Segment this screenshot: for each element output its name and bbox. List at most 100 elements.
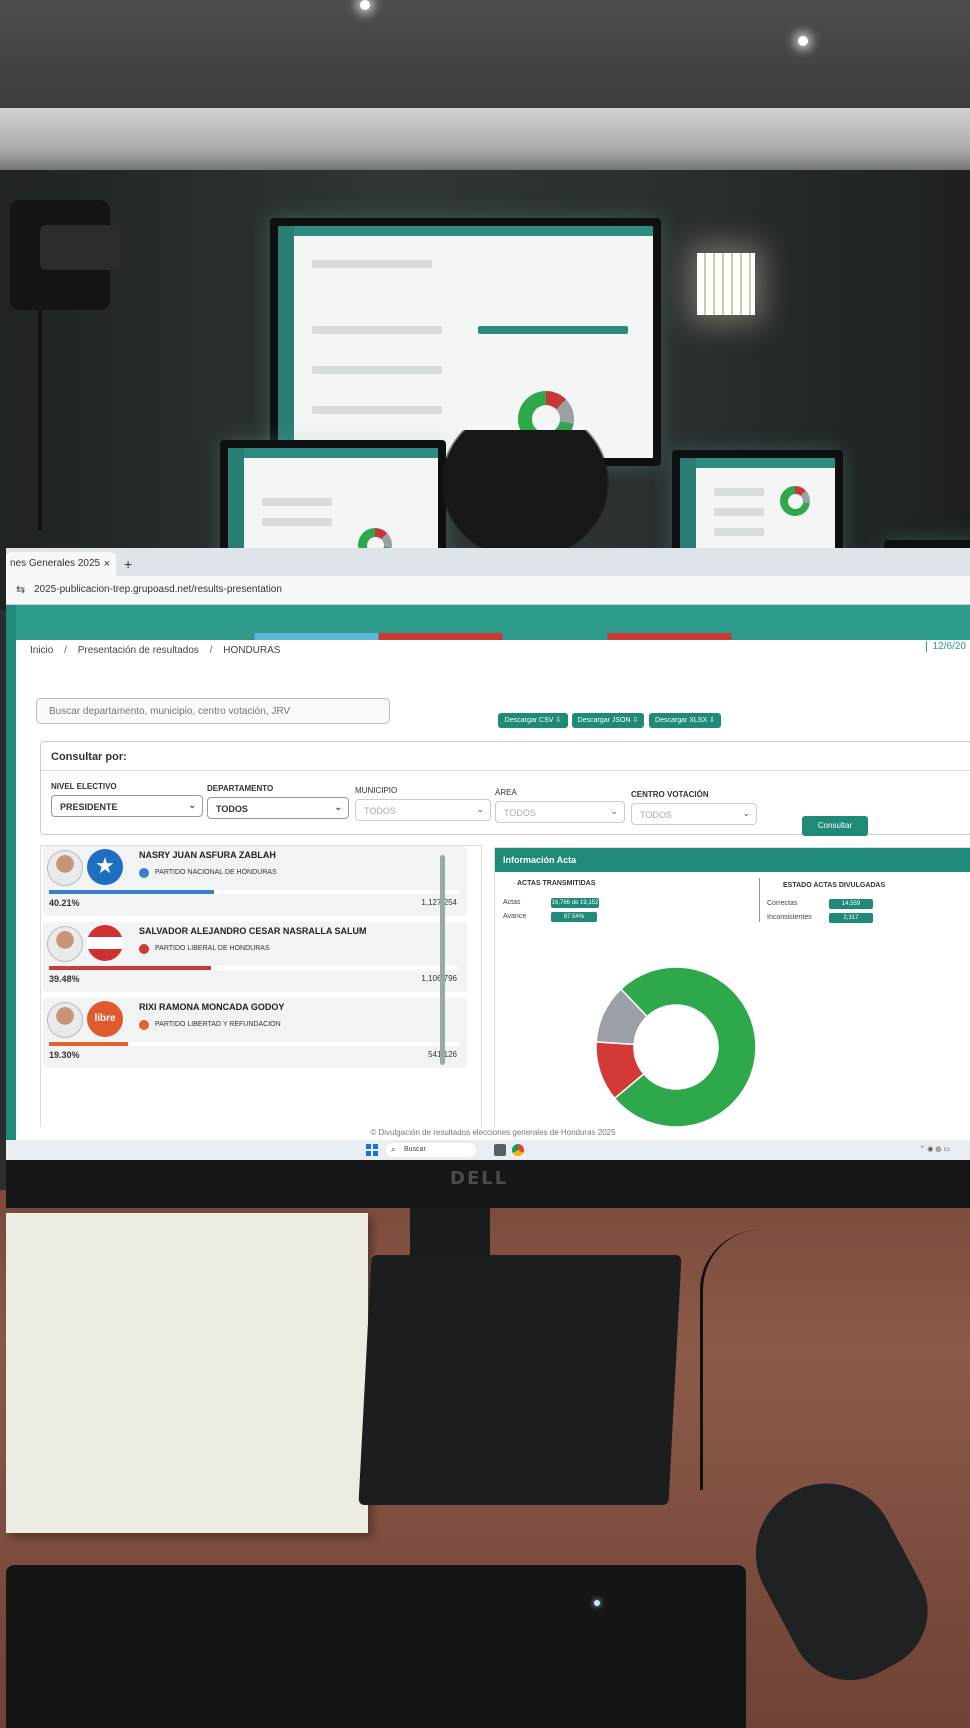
download-xlsx-button[interactable]: Descargar XLSX ⇩ <box>649 713 721 728</box>
area-select[interactable]: TODOS ⌄ <box>495 801 625 823</box>
header-color-strip <box>16 633 970 640</box>
vote-bar-fill <box>49 1042 129 1046</box>
background-monitor-large <box>270 218 661 466</box>
municipio-label: MUNICIPIO <box>355 786 398 795</box>
divider <box>41 770 970 771</box>
info-acta-panel: Información Acta ACTAS TRANSMITIDAS Acta… <box>494 847 970 1152</box>
taskbar-search[interactable]: Buscar <box>386 1143 476 1157</box>
close-icon[interactable]: × <box>104 552 110 576</box>
candidate-card[interactable]: libre RIXI RAMONA MONCADA GODOY PARTIDO … <box>41 998 471 1073</box>
breadcrumb-current: HONDURAS <box>223 645 281 656</box>
monitor-screen: nes Generales 2025 × + ⇆ 2025-publicacio… <box>6 548 970 1160</box>
donut-slice-correctas[interactable] <box>613 966 757 1128</box>
party-name: PARTIDO LIBERTAD Y REFUNDACION <box>155 1021 281 1028</box>
windows-start-icon[interactable] <box>366 1144 378 1156</box>
new-tab-icon[interactable]: + <box>124 552 132 576</box>
inconsistentes-value: 2,317 <box>829 913 873 923</box>
ceiling-edge <box>0 108 970 178</box>
candidate-card[interactable]: SALVADOR ALEJANDRO CESAR NASRALLA SALUM … <box>41 922 471 997</box>
breadcrumb-presentacion[interactable]: Presentación de resultados <box>78 645 199 656</box>
candidates-panel: ★ NASRY JUAN ASFURA ZABLAH PARTIDO NACIO… <box>40 845 482 1152</box>
ceiling <box>0 0 970 110</box>
nivel-electivo-select[interactable]: PRESIDENTE ⌄ <box>51 795 203 817</box>
chevron-down-icon: ⌄ <box>742 808 750 818</box>
area-value: TODOS <box>504 808 536 818</box>
nivel-electivo-value: PRESIDENTE <box>60 802 118 812</box>
party-name: PARTIDO NACIONAL DE HONDURAS <box>155 869 277 876</box>
candidate-card[interactable]: ★ NASRY JUAN ASFURA ZABLAH PARTIDO NACIO… <box>41 846 471 921</box>
departamento-value: TODOS <box>216 804 248 814</box>
avance-value: 87.54% <box>551 912 597 922</box>
candidate-photo <box>47 1002 83 1038</box>
candidate-name: SALVADOR ALEJANDRO CESAR NASRALLA SALUM <box>139 926 367 936</box>
nivel-electivo-label: NIVEL ELECTIVO <box>51 782 117 791</box>
info-acta-title: Información Acta <box>495 848 970 872</box>
vote-bar <box>49 890 459 894</box>
browser-tabbar: nes Generales 2025 × + <box>6 548 970 576</box>
paper-sheet <box>6 1213 368 1533</box>
party-logo-libre-icon: libre <box>87 1001 123 1037</box>
vote-bar <box>49 1042 459 1046</box>
avance-label: Avance <box>503 913 527 920</box>
correctas-label: Correctas <box>767 900 798 907</box>
vote-bar <box>49 966 459 970</box>
camera-lens <box>40 225 120 270</box>
chevron-down-icon: ⌄ <box>334 802 342 812</box>
breadcrumb: Inicio / Presentación de resultados / HO… <box>30 645 288 656</box>
ceiling-light <box>798 36 808 46</box>
chrome-icon[interactable] <box>512 1144 524 1156</box>
wall-sconce <box>697 253 755 315</box>
vote-bar-fill <box>49 966 211 970</box>
dell-logo: DELL <box>450 1168 509 1189</box>
site-settings-icon[interactable]: ⇆ <box>16 583 25 596</box>
party-color-dot <box>139 1020 149 1030</box>
download-csv-button[interactable]: Descargar CSV ⇩ <box>498 713 568 728</box>
vote-bar-fill <box>49 890 214 894</box>
url-text[interactable]: 2025-publicacion-trep.grupoasd.net/resul… <box>34 584 282 595</box>
keyboard-indicator-light <box>594 1600 600 1606</box>
system-tray[interactable]: ⌃ ◉ ◍ ▭ <box>919 1145 950 1153</box>
chevron-down-icon: ⌄ <box>188 800 196 810</box>
party-color-dot <box>139 944 149 954</box>
chevron-down-icon: ⌄ <box>476 804 484 814</box>
actas-donut-chart[interactable] <box>591 943 761 1151</box>
search-input[interactable] <box>36 698 390 724</box>
breadcrumb-inicio[interactable]: Inicio <box>30 645 53 656</box>
party-logo-flag-icon <box>87 925 123 961</box>
municipio-value: TODOS <box>364 806 396 816</box>
departamento-label: DEPARTAMENTO <box>207 784 274 793</box>
centro-votacion-label: CENTRO VOTACIÓN <box>631 790 709 799</box>
breadcrumb-separator: / <box>64 645 67 656</box>
centro-votacion-value: TODOS <box>640 810 672 820</box>
address-bar[interactable]: ⇆ 2025-publicacion-trep.grupoasd.net/res… <box>6 576 970 605</box>
estado-actas-title: ESTADO ACTAS DIVULGADAS <box>783 882 886 889</box>
area-label: ÁREA <box>495 788 517 797</box>
consultar-button[interactable]: Consultar <box>802 816 868 836</box>
inconsistentes-label: Inconsistentes <box>767 914 812 921</box>
candidates-scrollbar[interactable] <box>440 855 445 1065</box>
party-logo-star-icon: ★ <box>87 849 123 885</box>
candidate-photo <box>47 850 83 886</box>
chevron-down-icon: ⌄ <box>610 806 618 816</box>
search-icon: ⌕ <box>391 1145 396 1154</box>
tab-title: nes Generales 2025 <box>10 558 101 569</box>
ceiling-light <box>360 0 370 10</box>
footer-text: © Divulgación de resultados elecciones g… <box>16 1127 970 1139</box>
download-json-button[interactable]: Descargar JSON ⇩ <box>572 713 644 728</box>
party-name: PARTIDO LIBERAL DE HONDURAS <box>155 945 270 952</box>
vote-percent: 40.21% <box>49 898 80 908</box>
departamento-select[interactable]: TODOS ⌄ <box>207 797 349 819</box>
party-color-dot <box>139 868 149 878</box>
windows-taskbar: Buscar ⌕ ⌃ ◉ ◍ ▭ <box>6 1140 970 1160</box>
municipio-select[interactable]: TODOS ⌄ <box>355 799 491 821</box>
consult-title: Consultar por: <box>51 751 127 763</box>
centro-votacion-select[interactable]: TODOS ⌄ <box>631 803 757 825</box>
keyboard <box>6 1565 746 1728</box>
file-explorer-icon[interactable] <box>494 1144 506 1156</box>
candidate-photo <box>47 926 83 962</box>
monitor-base <box>358 1255 682 1505</box>
mouse-cable <box>700 1230 823 1490</box>
correctas-value: 14,559 <box>829 899 873 909</box>
candidate-name: RIXI RAMONA MONCADA GODOY <box>139 1002 285 1012</box>
browser-tab[interactable]: nes Generales 2025 × <box>6 552 116 576</box>
